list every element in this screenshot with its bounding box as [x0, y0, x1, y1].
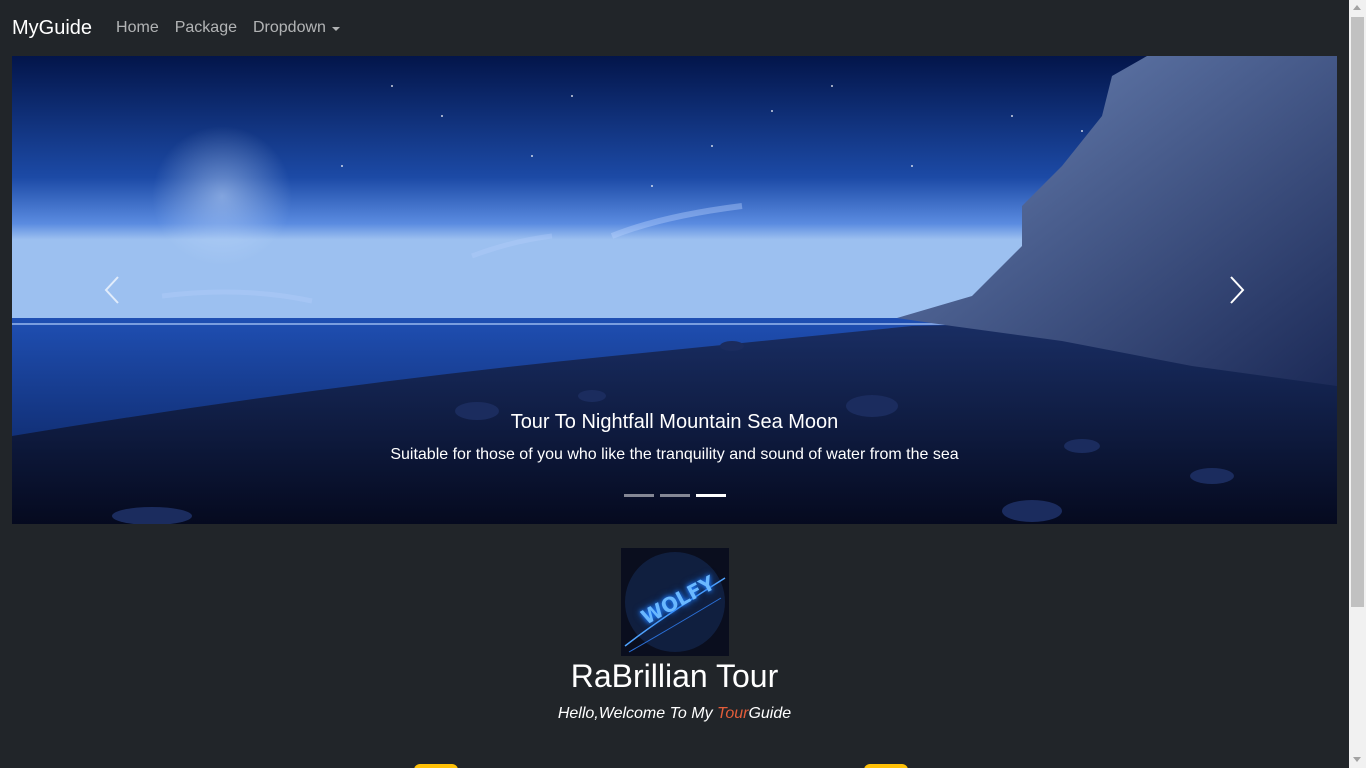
- carousel-indicator-3[interactable]: [695, 494, 726, 497]
- chevron-left-icon: [104, 276, 119, 304]
- navbar-brand[interactable]: MyGuide: [12, 17, 92, 40]
- carousel-indicator-1[interactable]: [623, 494, 654, 497]
- badge-left: [414, 764, 458, 768]
- caret-down-icon: [331, 27, 340, 31]
- welcome-text: Hello,Welcome To My TourGuide: [0, 705, 1349, 723]
- caption-title: Tour To Nightfall Mountain Sea Moon: [510, 411, 839, 433]
- nav-dropdown-label: Dropdown: [252, 19, 326, 36]
- site-logo: WOLFY: [621, 548, 729, 656]
- carousel-caption: Tour To Nightfall Mountain Sea Moon Suit…: [12, 411, 1337, 464]
- navbar: MyGuide Home Package Dropdown: [0, 0, 1349, 56]
- carousel-indicator-2[interactable]: [659, 494, 690, 497]
- welcome-suffix: Guide: [748, 705, 792, 722]
- scroll-up-icon[interactable]: [1353, 5, 1361, 10]
- badge-right: [864, 764, 908, 768]
- page-title: RaBrillian Tour: [570, 658, 779, 694]
- welcome-prefix: Hello,Welcome To My: [557, 705, 718, 722]
- welcome-accent: Tour: [717, 705, 749, 722]
- carousel-indicators: [12, 494, 1337, 497]
- nav-home[interactable]: Home: [116, 19, 159, 37]
- chevron-right-icon: [1230, 276, 1245, 304]
- scrollbar-thumb[interactable]: [1351, 17, 1364, 607]
- hero-carousel: Tour To Nightfall Mountain Sea Moon Suit…: [12, 56, 1337, 524]
- nav-package[interactable]: Package: [175, 19, 237, 37]
- scroll-down-icon[interactable]: [1353, 757, 1361, 762]
- caption-text: Suitable for those of you who like the t…: [390, 446, 959, 463]
- nav-dropdown[interactable]: Dropdown: [253, 19, 340, 37]
